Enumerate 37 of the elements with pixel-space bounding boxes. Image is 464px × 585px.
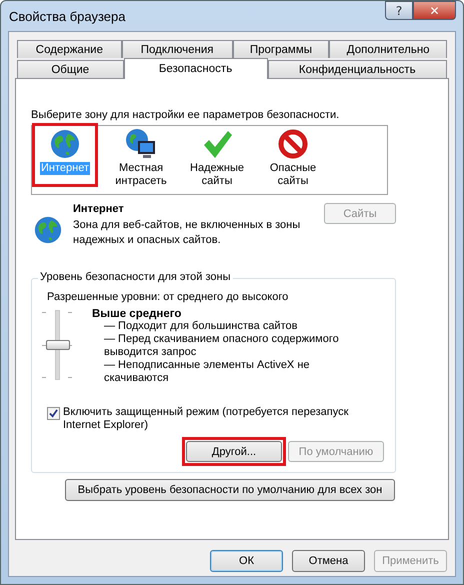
tab[interactable]: Дополнительно [329,40,447,58]
dialog-button[interactable]: Отмена [292,550,365,572]
zone-item[interactable]: Местная интрасеть [111,126,171,188]
reset-all-button[interactable]: Выбрать уровень безопасности по умолчанию для всех зон [65,479,395,501]
zone-item[interactable]: Опасные сайты [263,126,323,188]
zone-label: Интернет [40,162,90,175]
level-slider[interactable] [42,310,72,380]
dialog-button[interactable]: ОК [210,550,283,572]
zone-label: Местная интрасеть [114,162,168,188]
checkmark-icon [201,128,233,160]
globe-monitor-icon [125,128,157,160]
zone-label: Опасные сайты [268,162,318,188]
level-button[interactable]: Другой... [186,441,282,462]
help-button[interactable]: ? [385,1,413,20]
zone-title: Интернет [73,203,125,215]
window-title: Свойства браузера [8,8,126,24]
zone-prompt: Выберите зону для настройки ее параметров безопасности. [31,109,340,121]
tab[interactable]: Содержание [17,40,122,58]
allowed-levels: Разрешенные уровни: от среднего до высокого [46,291,290,303]
tab[interactable]: Конфиденциальность [268,60,447,78]
zone-item[interactable]: Надежные сайты [187,126,247,188]
level-point: — Неподписанные элементы ActiveX не скачиваются [103,359,311,385]
zone-label: Надежные сайты [189,162,245,188]
checkbox-label: Включить защищенный режим (потребуется перезапуск Internet Explorer) [63,406,350,432]
level-point: — Подходит для большинства сайтов [103,320,298,333]
zone-description: Зона для веб-сайтов, не включенных в зоны надежных и опасных сайтов. [73,218,302,248]
tab[interactable]: Безопасность [124,58,268,79]
tab[interactable]: Программы [232,40,330,58]
globe-icon [49,128,81,160]
tab[interactable]: Подключения [122,40,232,58]
level-name: Выше среднего [92,308,182,320]
level-point: — Перед скачиванием опасного содержимого выводится запрос [103,333,340,359]
no-entry-icon [277,128,309,160]
checkbox[interactable] [47,407,60,420]
globe-icon [33,215,63,245]
tab[interactable]: Общие [17,60,124,78]
group-legend: Уровень безопасности для этой зоны [38,271,232,283]
